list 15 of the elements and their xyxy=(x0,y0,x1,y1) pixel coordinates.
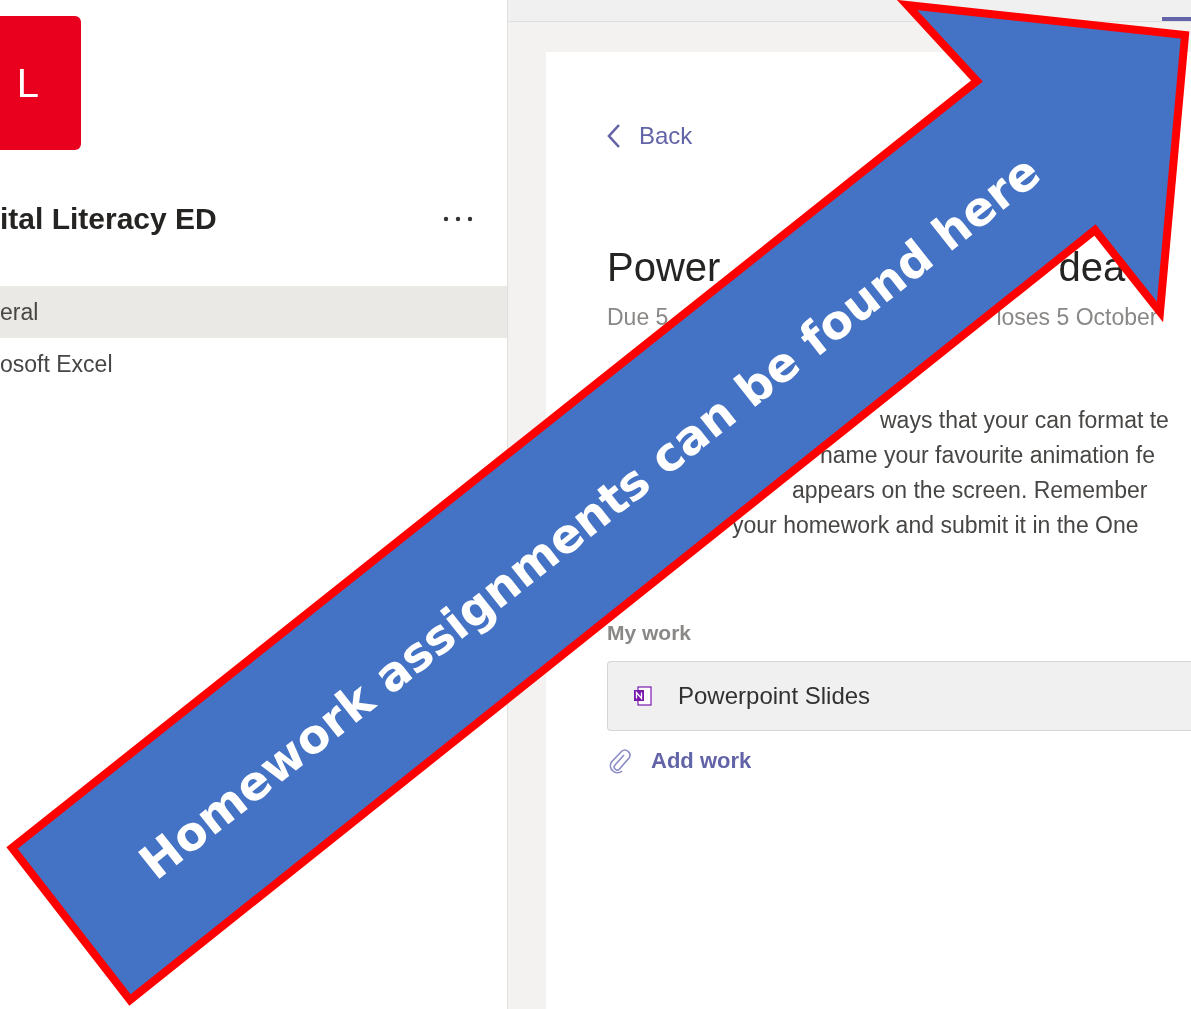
instructions-text: appears on the screen. Remember xyxy=(792,476,1148,505)
chevron-left-icon xyxy=(607,123,621,149)
due-date-text: loses 5 October xyxy=(996,304,1158,331)
assignment-title: Power xyxy=(607,245,721,290)
attachment-item[interactable]: Powerpoint Slides xyxy=(607,661,1191,731)
team-logo: L xyxy=(0,16,81,150)
instructions-text: your homework and submit it in the One xyxy=(732,511,1139,540)
instructions-text: name your favourite animation fe xyxy=(820,441,1155,470)
channel-item[interactable]: eral xyxy=(0,286,507,338)
paperclip-icon xyxy=(607,747,633,775)
back-link[interactable]: Back xyxy=(607,122,693,150)
tab-indicator xyxy=(1162,17,1191,21)
instructions-text: ways that your can format te xyxy=(880,406,1169,435)
add-work-link[interactable]: Add work xyxy=(607,747,752,775)
due-date-text: Due 5 xyxy=(607,304,669,331)
